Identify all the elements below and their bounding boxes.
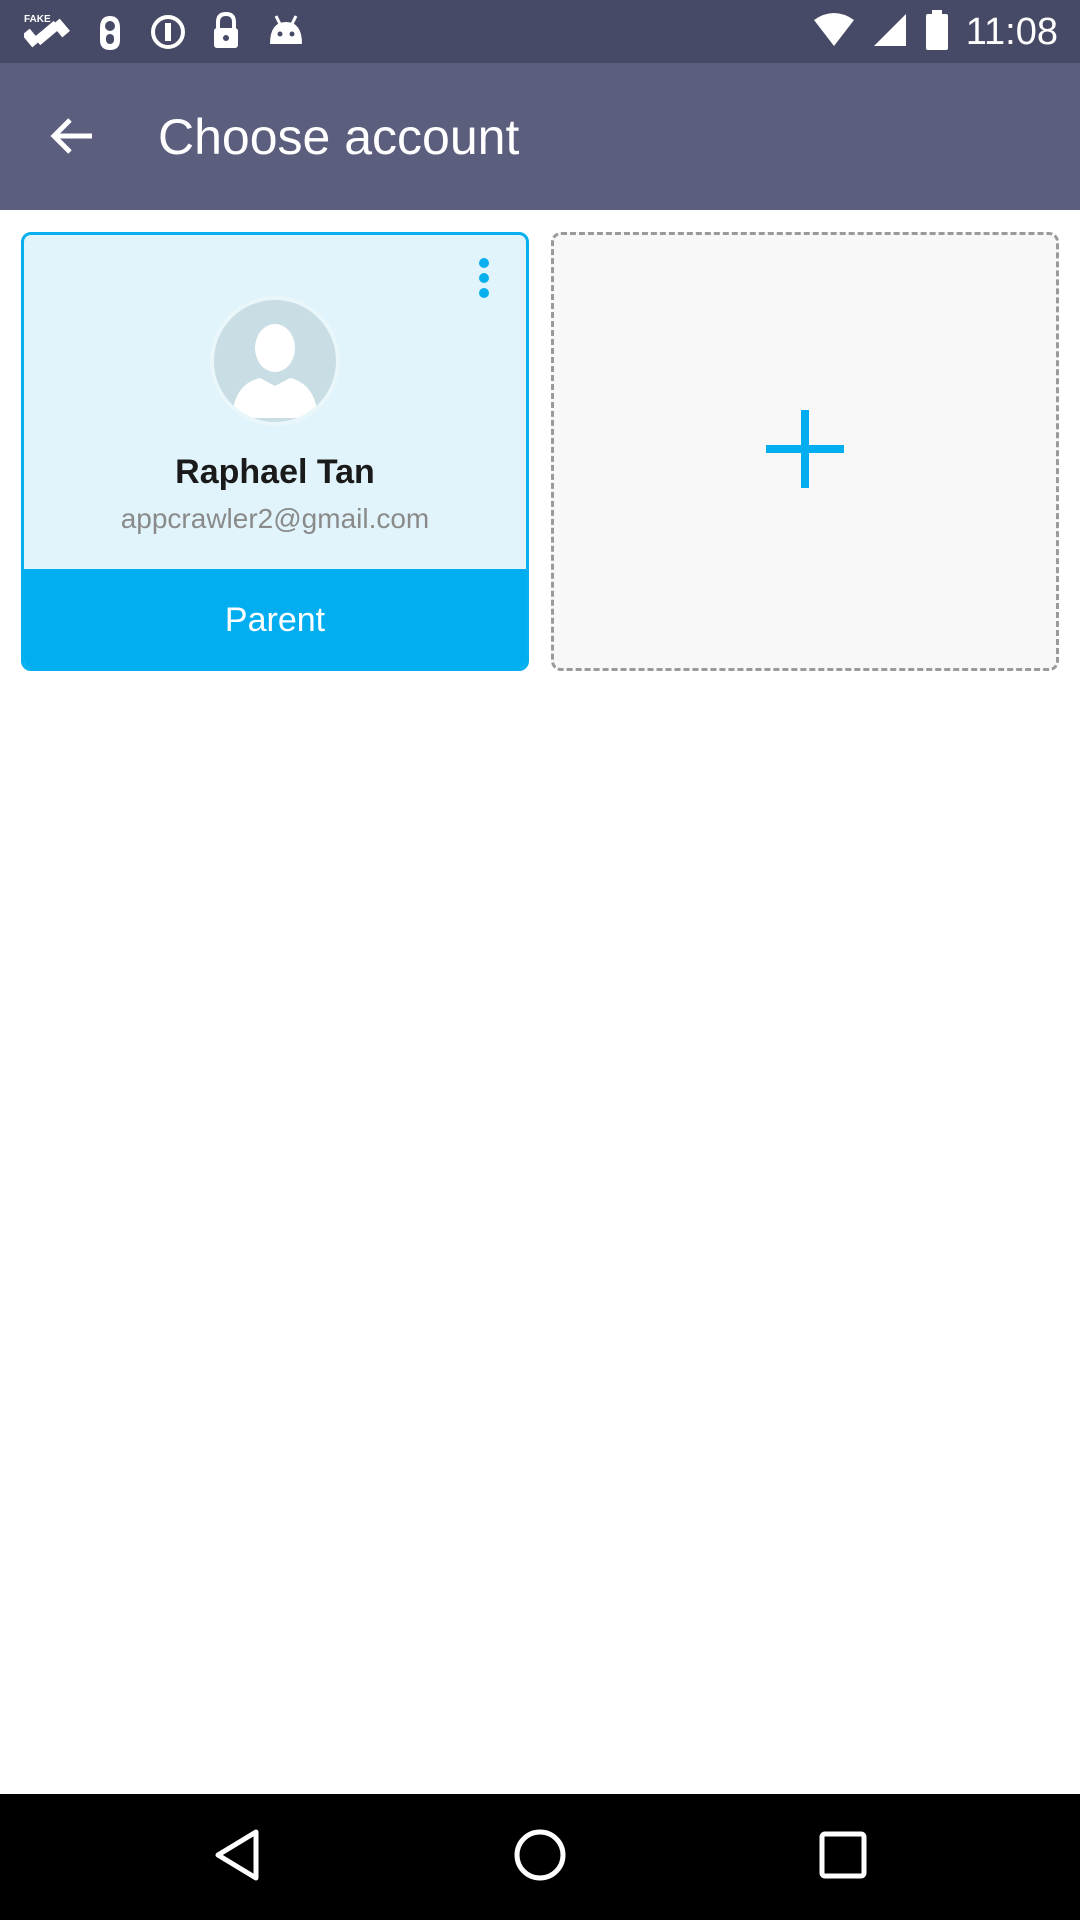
- choose-account-screen: FAKE 11:08 Choose account Raphael Tan ap…: [0, 0, 1080, 1920]
- info-circle-icon: [150, 10, 186, 54]
- navigation-bar: [0, 1794, 1080, 1920]
- account-card[interactable]: Raphael Tan appcrawler2@gmail.com Parent: [21, 232, 529, 671]
- clock: 11:08: [965, 10, 1058, 53]
- fake-gps-icon: FAKE: [24, 10, 70, 54]
- battery-icon: [925, 9, 948, 55]
- more-options-button[interactable]: [464, 251, 504, 305]
- nav-recents-button[interactable]: [810, 1824, 876, 1890]
- back-button[interactable]: [32, 103, 112, 173]
- android-icon: [266, 10, 306, 54]
- wifi-icon: [813, 12, 854, 53]
- svg-text:FAKE: FAKE: [24, 14, 51, 25]
- parent-role-button[interactable]: Parent: [24, 569, 526, 668]
- arrow-back-icon: [48, 116, 96, 161]
- signal-icon: [872, 12, 908, 53]
- plus-icon: [764, 408, 846, 495]
- account-email: appcrawler2@gmail.com: [120, 503, 430, 534]
- more-vertical-icon-dot: [479, 273, 489, 283]
- page-title: Choose account: [158, 109, 520, 165]
- person-avatar-icon: [232, 324, 318, 418]
- nav-back-button[interactable]: [204, 1824, 270, 1890]
- hand-icon: [92, 10, 128, 54]
- more-vertical-icon-dot: [479, 288, 489, 298]
- back-triangle-icon: [212, 1828, 262, 1887]
- avatar: [210, 296, 340, 426]
- add-account-card[interactable]: [551, 232, 1059, 671]
- app-bar: Choose account: [0, 63, 1080, 210]
- status-bar: FAKE 11:08: [0, 0, 1080, 63]
- nav-home-button[interactable]: [507, 1824, 573, 1890]
- recents-square-icon: [818, 1830, 868, 1885]
- home-circle-icon: [512, 1827, 568, 1888]
- lock-icon: [208, 10, 244, 54]
- notification-icons: FAKE: [24, 8, 306, 56]
- system-status: 11:08: [813, 8, 1058, 56]
- more-vertical-icon-dot: [479, 258, 489, 268]
- account-name: Raphael Tan: [175, 453, 375, 491]
